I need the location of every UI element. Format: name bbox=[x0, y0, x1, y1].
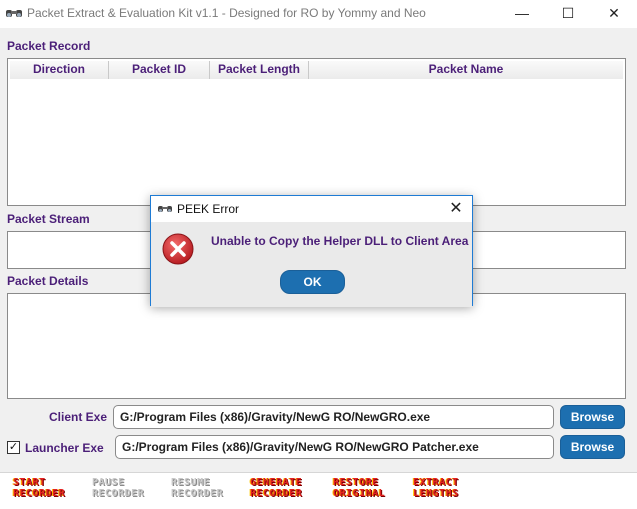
pause-recorder-line2: RECORDER bbox=[92, 488, 145, 499]
error-x-icon bbox=[162, 233, 194, 265]
binoculars-icon bbox=[158, 206, 172, 212]
extract-lengths-line2: LENGTHS bbox=[413, 488, 459, 499]
resume-recorder-line1: RESUME bbox=[171, 477, 211, 488]
title-bar[interactable]: Packet Extract & Evaluation Kit v1.1 - D… bbox=[0, 0, 637, 28]
extract-lengths-button[interactable]: EXTRACT LENGTHS bbox=[413, 477, 459, 503]
dialog-title: PEEK Error bbox=[177, 202, 240, 216]
start-recorder-button[interactable]: START RECORDER bbox=[13, 477, 65, 503]
restore-original-line1: RESTORE bbox=[333, 477, 379, 488]
minimize-button[interactable]: — bbox=[499, 0, 545, 28]
packet-details-label: Packet Details bbox=[7, 274, 89, 288]
peek-error-dialog[interactable]: PEEK Error ✕ Unable to Copy the Helper D… bbox=[150, 195, 473, 307]
resume-recorder-button[interactable]: RESUME RECORDER bbox=[171, 477, 223, 503]
client-exe-input[interactable]: G:/Program Files (x86)/Gravity/NewG RO/N… bbox=[113, 405, 554, 429]
generate-recorder-line1: GENERATE bbox=[250, 477, 303, 488]
restore-original-line2: ORIGINAL bbox=[333, 488, 386, 499]
restore-original-button[interactable]: RESTORE ORIGINAL bbox=[333, 477, 385, 503]
launcher-exe-label: Launcher Exe bbox=[25, 441, 104, 455]
extract-lengths-line1: EXTRACT bbox=[413, 477, 459, 488]
generate-recorder-button[interactable]: GENERATE RECORDER bbox=[250, 477, 302, 503]
column-header-packet-id[interactable]: Packet ID bbox=[109, 61, 210, 79]
column-header-direction[interactable]: Direction bbox=[10, 61, 109, 79]
packet-record-header: Direction Packet ID Packet Length Packet… bbox=[10, 61, 623, 79]
launcher-exe-input[interactable]: G:/Program Files (x86)/Gravity/NewG RO/N… bbox=[115, 435, 554, 459]
pause-recorder-button[interactable]: PAUSE RECORDER bbox=[92, 477, 144, 503]
packet-record-list[interactable]: Direction Packet ID Packet Length Packet… bbox=[7, 58, 626, 206]
binoculars-icon bbox=[6, 10, 22, 17]
client-browse-button[interactable]: Browse bbox=[560, 405, 625, 429]
start-recorder-line1: START bbox=[13, 477, 46, 488]
dialog-message: Unable to Copy the Helper DLL to Client … bbox=[211, 234, 469, 248]
ok-button[interactable]: OK bbox=[280, 270, 345, 294]
maximize-button[interactable]: ☐ bbox=[545, 0, 591, 28]
launcher-exe-checkbox[interactable]: ✓ bbox=[7, 441, 20, 454]
column-header-packet-name[interactable]: Packet Name bbox=[309, 61, 623, 79]
packet-details-box[interactable] bbox=[7, 293, 626, 399]
pause-recorder-line1: PAUSE bbox=[92, 477, 125, 488]
dialog-close-button[interactable]: ✕ bbox=[446, 199, 466, 219]
column-header-packet-length[interactable]: Packet Length bbox=[210, 61, 309, 79]
close-button[interactable]: ✕ bbox=[591, 0, 637, 28]
resume-recorder-line2: RECORDER bbox=[171, 488, 224, 499]
dialog-title-bar[interactable]: PEEK Error ✕ bbox=[151, 196, 472, 222]
client-exe-label: Client Exe bbox=[49, 410, 108, 424]
packet-record-label: Packet Record bbox=[7, 39, 91, 53]
packet-stream-label: Packet Stream bbox=[7, 212, 90, 226]
launcher-browse-button[interactable]: Browse bbox=[560, 435, 625, 459]
start-recorder-line2: RECORDER bbox=[13, 488, 66, 499]
generate-recorder-line2: RECORDER bbox=[250, 488, 303, 499]
window-title: Packet Extract & Evaluation Kit v1.1 - D… bbox=[27, 6, 426, 20]
dialog-body: Unable to Copy the Helper DLL to Client … bbox=[151, 222, 472, 307]
